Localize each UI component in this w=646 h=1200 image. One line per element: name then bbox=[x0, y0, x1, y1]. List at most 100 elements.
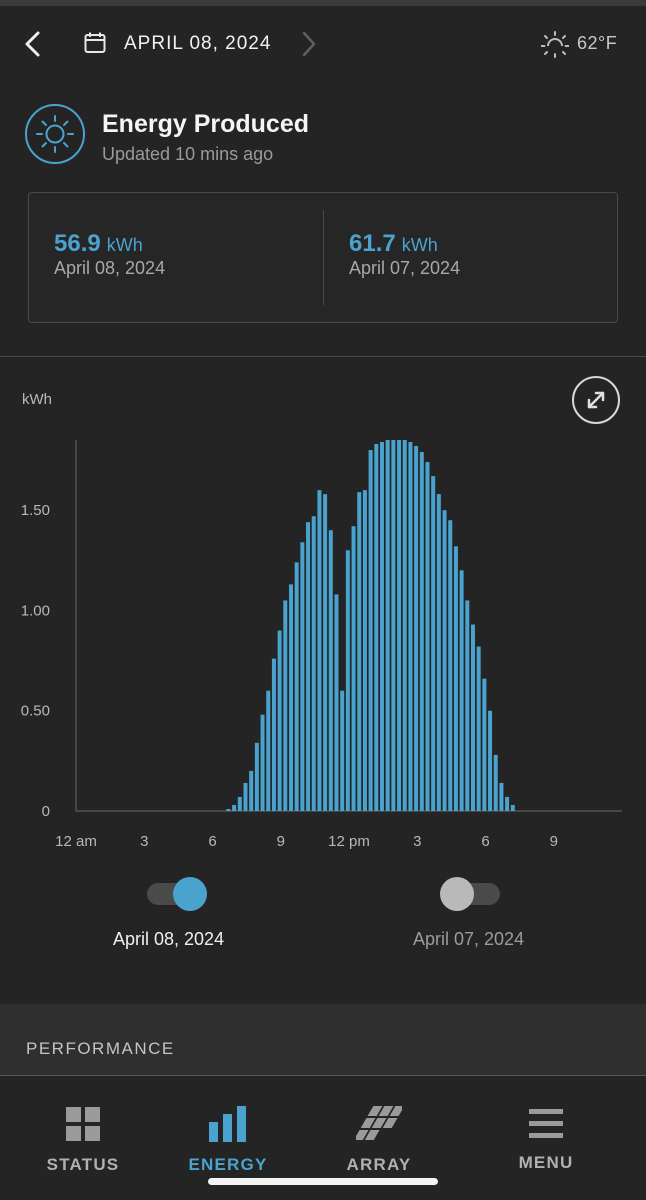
bar bbox=[306, 522, 311, 811]
bar-chart-icon bbox=[209, 1106, 246, 1142]
grid-icon bbox=[66, 1107, 100, 1141]
chevron-right-icon bbox=[302, 31, 316, 57]
expand-icon bbox=[587, 391, 605, 409]
bar bbox=[249, 770, 254, 811]
chevron-left-icon bbox=[25, 31, 40, 57]
x-tick-label: 12 am bbox=[55, 833, 97, 850]
tab-menu[interactable]: MENU bbox=[481, 1108, 611, 1173]
bar bbox=[402, 440, 407, 811]
bar bbox=[340, 690, 345, 811]
x-tick-label: 3 bbox=[140, 833, 148, 850]
yesterday-energy-unit: kWh bbox=[401, 235, 438, 255]
energy-bar-chart: 0 0.50 1.00 1.50 12 am 3 6 9 12 pm 3 6 9 bbox=[21, 440, 622, 850]
card-divider bbox=[323, 210, 324, 305]
updated-status: Updated 10 mins ago bbox=[102, 144, 274, 164]
bar bbox=[232, 804, 237, 811]
y-tick-label: 1.00 bbox=[21, 602, 50, 619]
bar bbox=[431, 476, 436, 811]
expand-chart-button[interactable] bbox=[572, 376, 620, 424]
yesterday-energy-value: 61.7 bbox=[349, 230, 396, 257]
next-day-button[interactable] bbox=[296, 30, 322, 58]
x-tick-label: 6 bbox=[481, 833, 489, 850]
bar bbox=[266, 690, 271, 811]
y-tick-label: 0 bbox=[42, 803, 50, 820]
temperature: 62°F bbox=[577, 33, 618, 53]
bar bbox=[465, 600, 470, 811]
x-tick-label: 6 bbox=[208, 833, 216, 850]
weather-sun-icon bbox=[540, 30, 570, 58]
bar bbox=[271, 658, 276, 811]
solar-array-icon bbox=[353, 1106, 405, 1140]
bar bbox=[226, 808, 231, 811]
menu-icon bbox=[529, 1109, 563, 1138]
bar bbox=[453, 546, 458, 811]
date-title[interactable]: APRIL 08, 2024 bbox=[124, 33, 271, 55]
bar bbox=[237, 796, 242, 811]
bar bbox=[425, 462, 430, 811]
bar bbox=[317, 490, 322, 811]
bar bbox=[459, 570, 464, 811]
bar bbox=[374, 444, 379, 811]
bar bbox=[471, 624, 475, 811]
bar bbox=[368, 450, 373, 811]
bar bbox=[442, 510, 447, 811]
tab-array[interactable]: ARRAY bbox=[314, 1104, 444, 1175]
toggle-today-label: April 08, 2024 bbox=[113, 929, 225, 949]
y-tick-label: 0.50 bbox=[21, 703, 50, 720]
tab-energy-label: ENERGY bbox=[188, 1155, 268, 1174]
yesterday-date: April 07, 2024 bbox=[349, 258, 461, 278]
bar bbox=[510, 804, 515, 811]
bar bbox=[505, 796, 510, 811]
bar bbox=[414, 446, 419, 811]
tab-status[interactable]: STATUS bbox=[18, 1106, 148, 1175]
back-button[interactable] bbox=[18, 28, 50, 60]
bar bbox=[283, 600, 288, 811]
toggle-knob bbox=[440, 877, 474, 911]
calendar-icon[interactable] bbox=[84, 32, 106, 54]
bar bbox=[436, 494, 441, 811]
status-strip bbox=[0, 0, 646, 6]
bar bbox=[323, 494, 328, 811]
bar bbox=[482, 678, 487, 811]
sun-icon bbox=[36, 115, 74, 153]
bar bbox=[311, 516, 316, 811]
bar bbox=[334, 594, 339, 811]
tab-status-label: STATUS bbox=[46, 1155, 120, 1174]
bar bbox=[362, 490, 367, 811]
bar bbox=[328, 530, 333, 811]
bar bbox=[260, 714, 265, 811]
today-date: April 08, 2024 bbox=[54, 258, 166, 278]
bar bbox=[397, 440, 402, 811]
bar bbox=[408, 442, 413, 811]
x-tick-label: 9 bbox=[550, 833, 558, 850]
bar bbox=[380, 442, 384, 811]
bar bbox=[499, 782, 504, 811]
energy-title: Energy Produced bbox=[102, 110, 309, 138]
today-summary: 56.9 kWh April 08, 2024 bbox=[54, 230, 165, 279]
today-energy-unit: kWh bbox=[106, 235, 143, 255]
bar bbox=[351, 526, 356, 811]
bar bbox=[254, 742, 259, 811]
home-indicator bbox=[208, 1178, 438, 1185]
tab-energy[interactable]: ENERGY bbox=[163, 1106, 293, 1175]
bar bbox=[357, 492, 362, 811]
tab-menu-label: MENU bbox=[518, 1153, 574, 1172]
bar bbox=[476, 646, 481, 811]
bar bbox=[300, 542, 305, 811]
performance-title: PERFORMANCE bbox=[26, 1039, 175, 1058]
today-energy-value: 56.9 bbox=[54, 230, 101, 257]
x-tick-label: 3 bbox=[413, 833, 421, 850]
yesterday-summary: 61.7 kWh April 07, 2024 bbox=[349, 230, 460, 279]
x-tick-label: 9 bbox=[277, 833, 285, 850]
bar bbox=[493, 754, 498, 811]
bar bbox=[289, 584, 293, 811]
bar bbox=[488, 710, 493, 811]
bar bbox=[419, 452, 424, 811]
section-divider bbox=[0, 356, 646, 357]
bar bbox=[243, 782, 248, 811]
chart-y-axis-label: kWh bbox=[22, 391, 52, 408]
bar bbox=[277, 630, 282, 811]
bar bbox=[448, 520, 453, 811]
toggle-knob bbox=[173, 877, 207, 911]
y-tick-label: 1.50 bbox=[21, 502, 50, 519]
